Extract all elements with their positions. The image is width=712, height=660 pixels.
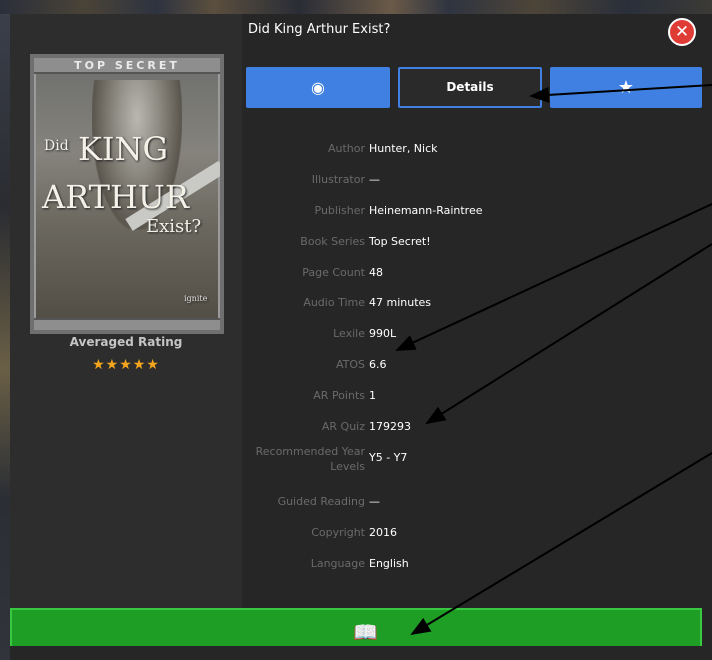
detail-row: Page Count 48 bbox=[232, 266, 702, 296]
detail-value: 990L bbox=[369, 327, 397, 340]
details-tab-button[interactable]: Details bbox=[398, 67, 542, 108]
cover-title-arthur: ARTHUR bbox=[42, 178, 189, 216]
detail-key: Audio Time bbox=[303, 296, 365, 309]
detail-value: — bbox=[369, 173, 380, 186]
detail-value: — bbox=[369, 495, 380, 508]
detail-value: 179293 bbox=[369, 420, 411, 433]
background-edge bbox=[0, 14, 10, 660]
eye-icon: ◉ bbox=[311, 78, 325, 97]
detail-key: ATOS bbox=[335, 358, 365, 371]
detail-key: Publisher bbox=[314, 204, 366, 217]
detail-value: 2016 bbox=[369, 526, 397, 539]
read-tab-button[interactable]: ◉ bbox=[246, 67, 390, 108]
star-icon: ★ bbox=[617, 77, 635, 98]
detail-value: Top Secret! bbox=[369, 235, 431, 248]
background-strip bbox=[0, 0, 712, 14]
detail-value: 47 minutes bbox=[369, 296, 432, 309]
book-cover: TOP SECRET Did KING ARTHUR Exist? ignite bbox=[30, 54, 224, 334]
detail-value: 6.6 bbox=[369, 358, 387, 371]
detail-key: Recommended Year Levels bbox=[255, 445, 365, 473]
detail-row: Language English bbox=[232, 557, 702, 587]
detail-key: Guided Reading bbox=[277, 495, 365, 508]
detail-row: Audio Time 47 minutes bbox=[232, 296, 702, 326]
detail-row: Author Hunter, Nick bbox=[232, 142, 702, 172]
detail-key: Copyright bbox=[311, 526, 365, 539]
detail-value: Hunter, Nick bbox=[369, 142, 438, 155]
detail-key: Page Count bbox=[302, 266, 365, 279]
detail-value: Y5 - Y7 bbox=[369, 451, 408, 464]
detail-row: Publisher Heinemann-Raintree bbox=[232, 204, 702, 234]
detail-row: ATOS 6.6 bbox=[232, 358, 702, 388]
cover-band: TOP SECRET bbox=[34, 58, 220, 74]
detail-key: Book Series bbox=[300, 235, 365, 248]
detail-row: Recommended Year Levels Y5 - Y7 bbox=[232, 445, 702, 481]
detail-value: English bbox=[369, 557, 409, 570]
cover-title-king: KING bbox=[78, 130, 169, 168]
detail-key: Language bbox=[310, 557, 365, 570]
cover-publisher-logo: ignite bbox=[184, 294, 208, 303]
detail-value: 1 bbox=[369, 389, 376, 402]
detail-row: Illustrator — bbox=[232, 173, 702, 203]
close-button[interactable]: ✕ bbox=[668, 18, 696, 46]
detail-row: AR Points 1 bbox=[232, 389, 702, 419]
cover-band-bottom bbox=[34, 318, 220, 330]
detail-key: Illustrator bbox=[311, 173, 365, 186]
detail-row: Guided Reading — bbox=[232, 495, 702, 525]
averaged-rating-label: Averaged Rating bbox=[69, 335, 183, 349]
rating-stars: ★★★★★ bbox=[92, 357, 160, 373]
cover-title-exist: Exist? bbox=[146, 216, 202, 237]
detail-key: Lexile bbox=[333, 327, 365, 340]
favorite-tab-button[interactable]: ★ bbox=[550, 67, 702, 108]
detail-row: Copyright 2016 bbox=[232, 526, 702, 556]
detail-value: Heinemann-Raintree bbox=[369, 204, 483, 217]
detail-row: Lexile 990L bbox=[232, 327, 702, 357]
open-book-icon: 📖 bbox=[353, 620, 378, 644]
detail-key: AR Points bbox=[313, 389, 365, 402]
detail-key: Author bbox=[327, 142, 365, 155]
close-icon: ✕ bbox=[674, 22, 690, 42]
cover-column: TOP SECRET Did KING ARTHUR Exist? ignite… bbox=[10, 14, 242, 620]
detail-value: 48 bbox=[369, 266, 383, 279]
book-title: Did King Arthur Exist? bbox=[248, 22, 391, 37]
detail-key: AR Quiz bbox=[321, 420, 365, 433]
detail-row: Book Series Top Secret! bbox=[232, 235, 702, 265]
